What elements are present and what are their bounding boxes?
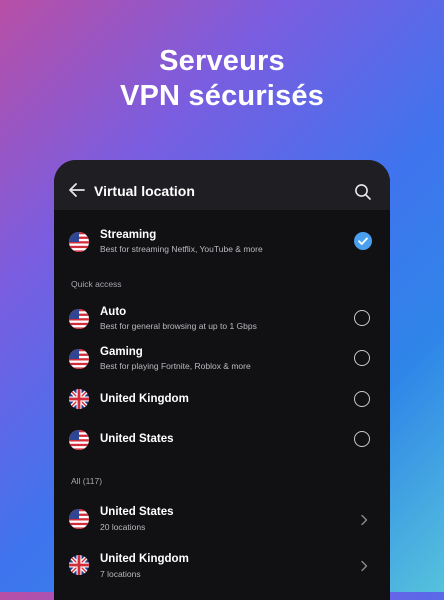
row-title: United States — [100, 506, 174, 518]
row-title: United States — [100, 433, 174, 445]
phone-screen: Virtual location Streaming Best for stre… — [54, 160, 390, 600]
chevron-right-icon — [359, 513, 369, 526]
chevron-right-icon — [359, 559, 369, 572]
row-subtitle: Best for streaming Netflix, YouTube & mo… — [100, 244, 263, 254]
us-flag-icon — [69, 509, 89, 529]
row-title: Auto — [100, 306, 127, 318]
section-label-all: All (117) — [71, 476, 103, 486]
row-title: United Kingdom — [100, 393, 189, 405]
promo-headline-line1: Serveurs — [159, 45, 285, 77]
radio-button[interactable] — [354, 350, 370, 366]
radio-button[interactable] — [354, 310, 370, 326]
location-row-streaming[interactable]: Streaming Best for streaming Netflix, Yo… — [54, 221, 390, 261]
us-flag-icon — [69, 430, 89, 450]
search-icon[interactable] — [354, 183, 372, 201]
section-label-quick-access: Quick access — [71, 279, 122, 289]
row-title: Streaming — [100, 229, 157, 241]
top-app-bar: Virtual location — [54, 160, 390, 210]
location-row-united-states[interactable]: United States — [54, 419, 390, 459]
us-flag-icon — [69, 232, 89, 252]
location-row-auto[interactable]: Auto Best for general browsing at up to … — [54, 298, 390, 338]
us-flag-icon — [69, 349, 89, 369]
arrow-left-icon[interactable] — [68, 182, 86, 198]
location-row-gaming[interactable]: Gaming Best for playing Fortnite, Roblox… — [54, 339, 390, 379]
radio-button[interactable] — [354, 431, 370, 447]
row-subtitle: Best for playing Fortnite, Roblox & more — [100, 361, 251, 371]
promo-headline: Serveurs VPN sécurisés — [0, 44, 444, 114]
country-row-united-kingdom[interactable]: United Kingdom 7 locations — [54, 546, 390, 586]
page-title: Virtual location — [94, 183, 195, 199]
row-subtitle: Best for general browsing at up to 1 Gbp… — [100, 321, 257, 331]
row-title: Gaming — [100, 346, 143, 358]
row-subtitle: 20 locations — [100, 522, 146, 532]
promo-headline-line2: VPN sécurisés — [119, 80, 325, 112]
uk-flag-icon — [69, 389, 89, 409]
country-row-united-states[interactable]: United States 20 locations — [54, 500, 390, 540]
radio-button[interactable] — [354, 391, 370, 407]
location-row-united-kingdom[interactable]: United Kingdom — [54, 379, 390, 419]
row-subtitle: 7 locations — [100, 569, 141, 579]
uk-flag-icon — [69, 555, 89, 575]
row-title: United Kingdom — [100, 553, 189, 565]
us-flag-icon — [69, 309, 89, 329]
selected-check-icon[interactable] — [354, 232, 372, 250]
